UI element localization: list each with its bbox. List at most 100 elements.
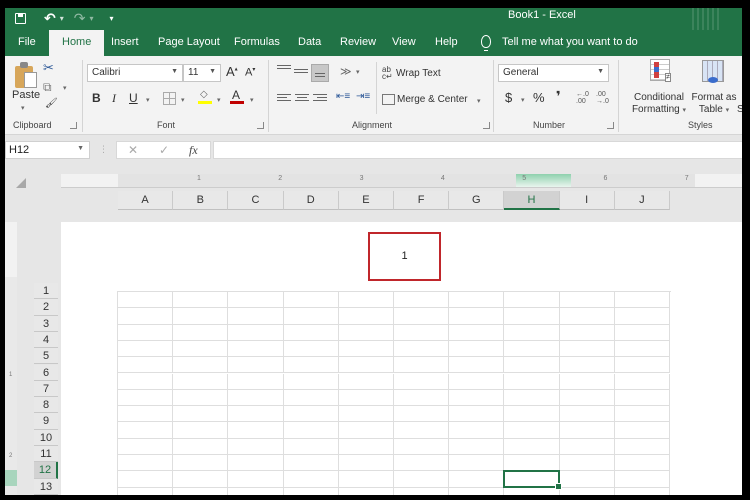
- column-header-h[interactable]: H: [504, 191, 560, 210]
- cell-B2[interactable]: [173, 308, 229, 325]
- tab-review[interactable]: Review: [340, 30, 376, 56]
- cell-F10[interactable]: [394, 438, 450, 455]
- font-color-dropdown-icon[interactable]: ▾: [250, 96, 254, 104]
- cell-G6[interactable]: [449, 373, 505, 390]
- cell-D7[interactable]: [283, 389, 339, 407]
- cell-A7[interactable]: [118, 389, 174, 407]
- cell-G8[interactable]: [449, 406, 505, 423]
- cell-E9[interactable]: [338, 422, 394, 439]
- italic-button[interactable]: I: [112, 91, 116, 106]
- middle-align-icon[interactable]: [294, 69, 308, 81]
- cell-J11[interactable]: [614, 455, 670, 472]
- cell-G7[interactable]: [449, 389, 505, 407]
- cell-F7[interactable]: [394, 389, 450, 407]
- cell-J3[interactable]: [614, 324, 670, 341]
- cell-J1[interactable]: [614, 292, 670, 309]
- cell-E10[interactable]: [338, 438, 394, 455]
- row-header-6[interactable]: 6: [34, 364, 58, 381]
- cell-B3[interactable]: [173, 324, 229, 341]
- cell-C5[interactable]: [228, 357, 284, 374]
- orientation-icon[interactable]: ≫: [340, 65, 352, 78]
- cell-J8[interactable]: [614, 406, 670, 423]
- cell-G9[interactable]: [449, 422, 505, 439]
- increase-decimal-button[interactable]: ←.0.00: [576, 91, 589, 105]
- cell-F9[interactable]: [394, 422, 450, 439]
- redo-dropdown-icon[interactable]: ▾: [89, 14, 93, 23]
- row-header-9[interactable]: 9: [34, 413, 58, 430]
- merge-dropdown-icon[interactable]: ▾: [477, 97, 481, 105]
- copy-dropdown-icon[interactable]: ▾: [63, 84, 67, 92]
- clipboard-launcher-icon[interactable]: [70, 122, 77, 129]
- format-as-table-button[interactable]: Format as Table ▾: [689, 92, 739, 117]
- fill-color-dropdown-icon[interactable]: ▾: [217, 96, 221, 104]
- cell-H9[interactable]: [504, 422, 560, 439]
- row-header-3[interactable]: 3: [34, 315, 58, 332]
- column-header-g[interactable]: G: [449, 191, 505, 210]
- cell-I12[interactable]: [559, 471, 615, 488]
- cell-F5[interactable]: [394, 357, 450, 374]
- tell-me-search[interactable]: Tell me what you want to do: [502, 30, 638, 56]
- cell-I3[interactable]: [559, 324, 615, 341]
- cell-G4[interactable]: [449, 340, 505, 358]
- row-header-11[interactable]: 11: [34, 446, 58, 463]
- copy-icon[interactable]: ⧉: [43, 80, 52, 95]
- number-launcher-icon[interactable]: [607, 122, 614, 129]
- cell-E2[interactable]: [338, 308, 394, 325]
- row-header-4[interactable]: 4: [34, 331, 58, 349]
- cell-B5[interactable]: [173, 357, 229, 374]
- tab-file[interactable]: File: [18, 30, 36, 56]
- tab-formulas[interactable]: Formulas: [234, 30, 280, 56]
- bottom-align-icon[interactable]: [311, 64, 329, 82]
- cell-A2[interactable]: [118, 308, 174, 325]
- cell-D12[interactable]: [283, 471, 339, 488]
- cell-A12[interactable]: [118, 471, 174, 488]
- decrease-decimal-button[interactable]: .00 →.0: [596, 91, 609, 105]
- cell-E4[interactable]: [338, 340, 394, 358]
- cell-G5[interactable]: [449, 357, 505, 374]
- cell-J6[interactable]: [614, 373, 670, 390]
- cell-D6[interactable]: [283, 373, 339, 390]
- comma-style-button[interactable]: ❜: [556, 88, 561, 105]
- cell-A9[interactable]: [118, 422, 174, 439]
- undo-dropdown-icon[interactable]: ▾: [60, 14, 64, 23]
- tab-home[interactable]: Home: [49, 30, 105, 56]
- cell-B10[interactable]: [173, 438, 229, 455]
- tab-data[interactable]: Data: [298, 30, 321, 56]
- cell-B8[interactable]: [173, 406, 229, 423]
- cell-C7[interactable]: [228, 389, 284, 407]
- cell-I5[interactable]: [559, 357, 615, 374]
- cell-J4[interactable]: [614, 340, 670, 358]
- cell-B12[interactable]: [173, 471, 229, 488]
- row-header-8[interactable]: 8: [34, 397, 58, 414]
- font-launcher-icon[interactable]: [257, 122, 264, 129]
- align-left-icon[interactable]: [277, 94, 291, 106]
- customize-qat-icon[interactable]: ▾: [110, 14, 114, 23]
- select-all-icon[interactable]: [16, 178, 26, 188]
- cell-E8[interactable]: [338, 406, 394, 423]
- cell-D9[interactable]: [283, 422, 339, 439]
- cell-G3[interactable]: [449, 324, 505, 341]
- cell-D13[interactable]: [284, 487, 339, 495]
- cell-I9[interactable]: [559, 422, 615, 439]
- active-cell-selection[interactable]: [503, 470, 562, 490]
- cell-E3[interactable]: [338, 324, 394, 341]
- cell-A5[interactable]: [118, 357, 174, 374]
- insert-function-icon[interactable]: fx: [189, 143, 198, 158]
- cell-H10[interactable]: [504, 438, 560, 455]
- row-header-12[interactable]: 12: [34, 462, 58, 479]
- cell-G11[interactable]: [449, 455, 505, 472]
- cell-H11[interactable]: [504, 455, 560, 472]
- cell-H8[interactable]: [504, 406, 560, 423]
- name-box[interactable]: H12 ▼: [5, 141, 90, 159]
- drag-handle-icon[interactable]: ⋮: [99, 144, 108, 155]
- cell-C3[interactable]: [228, 324, 284, 341]
- cell-F1[interactable]: [394, 292, 450, 309]
- paste-icon[interactable]: [15, 62, 37, 88]
- cell-F6[interactable]: [394, 373, 450, 390]
- tab-help[interactable]: Help: [435, 30, 458, 56]
- currency-dropdown-icon[interactable]: ▾: [521, 96, 525, 104]
- font-size-dropdown[interactable]: 11 ▼: [183, 64, 221, 82]
- page-header-highlight[interactable]: 1: [368, 232, 441, 281]
- cell-H1[interactable]: [504, 292, 560, 309]
- cell-B4[interactable]: [173, 340, 229, 358]
